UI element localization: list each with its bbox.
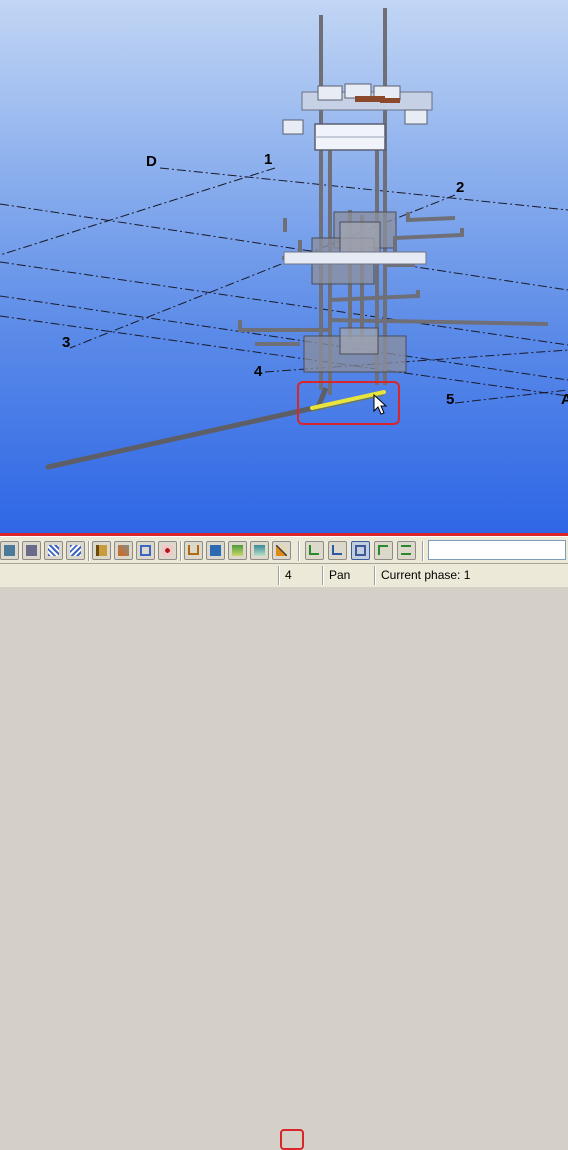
equipment-icon[interactable] [206, 541, 225, 560]
view-side-icon[interactable] [328, 541, 347, 560]
view-front-icon[interactable] [305, 541, 324, 560]
status-divider [322, 566, 324, 585]
top-fixtures [282, 83, 433, 151]
layers-alt-icon[interactable] [250, 541, 269, 560]
grid-line-1 [0, 167, 276, 256]
grid-line-d [159, 167, 568, 211]
status-divider [374, 566, 376, 585]
mode-indicator: Pan [329, 568, 351, 582]
toolbar-separator [180, 541, 182, 561]
grid-label-2: 2 [456, 179, 465, 196]
grid-label-d: D [146, 153, 157, 170]
mouse-cursor-icon [373, 393, 388, 415]
diagonal-tool-icon[interactable] [272, 541, 291, 560]
layers-icon[interactable] [228, 541, 247, 560]
pattern-icon[interactable] [158, 541, 177, 560]
tools-icon[interactable] [114, 541, 133, 560]
zoom-value-highlight [280, 1129, 304, 1150]
grid-display-icon[interactable] [44, 541, 63, 560]
main-drain-pipe [45, 404, 321, 470]
grid-label-5: 5 [446, 391, 455, 408]
status-divider [278, 566, 280, 585]
command-input[interactable] [428, 540, 566, 560]
window-frame-icon[interactable] [136, 541, 155, 560]
hidden-line-icon[interactable] [22, 541, 41, 560]
pipe-object-icon[interactable] [92, 541, 111, 560]
grid-line-2 [69, 194, 456, 349]
grid-label-4: 4 [254, 363, 263, 380]
toolbar-separator [422, 541, 424, 561]
grid-label-1: 1 [264, 151, 273, 168]
current-phase-indicator: Current phase: 1 [381, 568, 471, 582]
bottom-toolbar [0, 536, 568, 564]
view-top-icon[interactable] [374, 541, 393, 560]
grid-line-3 [0, 203, 568, 291]
toolbar-separator [298, 541, 300, 561]
grid-line-4 [0, 261, 568, 346]
status-bar: 4 Pan Current phase: 1 [0, 564, 568, 1150]
toolbar-separator [88, 541, 90, 561]
fitting-icon[interactable] [184, 541, 203, 560]
grid-line-8 [0, 295, 568, 381]
white-panel-mid [283, 251, 427, 265]
model-canvas[interactable] [0, 0, 568, 535]
display-mode-icon[interactable] [0, 541, 19, 560]
view-iso-icon[interactable] [397, 541, 416, 560]
zoom-level-value: 4 [285, 568, 292, 582]
grid-label-3: 3 [62, 334, 71, 351]
grid-line-7 [454, 389, 568, 404]
grid-label-a: A [561, 391, 568, 408]
view-fit-icon[interactable] [351, 541, 370, 560]
snap-icon[interactable] [66, 541, 85, 560]
3d-model-viewport[interactable]: D 1 2 3 4 5 A [0, 0, 568, 535]
